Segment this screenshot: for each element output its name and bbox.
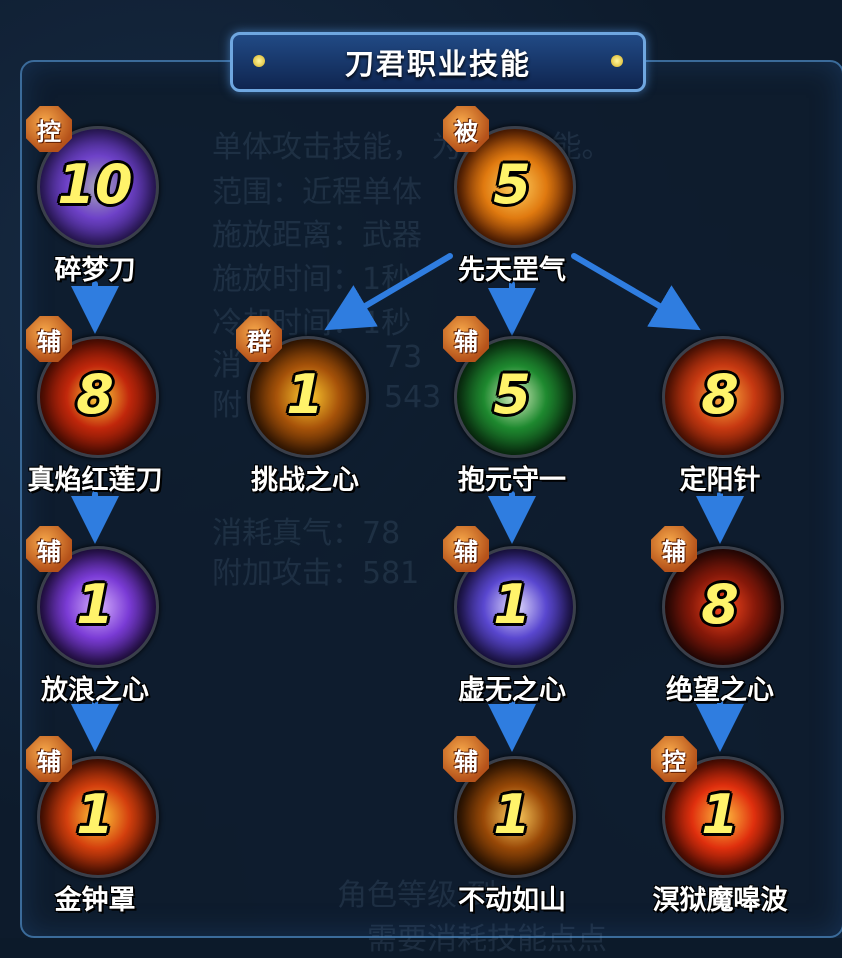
skill-node-mingyu-mohaobo[interactable]: 1 控 溟狱魔嗥波	[635, 726, 805, 926]
skill-name: 碎梦刀	[54, 255, 136, 286]
skill-name: 放浪之心	[41, 675, 149, 706]
skill-type-badge: 控	[651, 736, 697, 782]
skill-node-zhenyan-honglian[interactable]: 8 辅 真焰红莲刀	[10, 306, 180, 506]
skill-name: 真焰红莲刀	[27, 465, 163, 496]
skill-name: 抱元守一	[458, 465, 566, 496]
skill-node-suimengdao[interactable]: 10 控 碎梦刀	[10, 96, 180, 296]
skill-type-badge: 辅	[26, 526, 72, 572]
skill-node-dingyangzhen[interactable]: 8 定阳针	[635, 306, 805, 506]
skill-name: 先天罡气	[458, 255, 566, 286]
skill-node-fanglang[interactable]: 1 辅 放浪之心	[10, 516, 180, 716]
skill-name: 金钟罩	[54, 885, 136, 916]
skill-node-juewang[interactable]: 8 辅 绝望之心	[635, 516, 805, 716]
skill-type-badge: 辅	[26, 736, 72, 782]
skill-name: 绝望之心	[666, 675, 774, 706]
skill-name: 不动如山	[458, 885, 566, 916]
skill-level: 8	[701, 362, 739, 426]
skill-node-jinzhongzhao[interactable]: 1 辅 金钟罩	[10, 726, 180, 926]
skill-name: 挑战之心	[251, 465, 359, 496]
skill-node-xiantian-gangqi[interactable]: 5 被 先天罡气	[427, 96, 597, 296]
skill-node-tiaozhan[interactable]: 1 群 挑战之心	[220, 306, 390, 506]
skill-type-badge: 辅	[443, 736, 489, 782]
skill-name: 溟狱魔嗥波	[652, 885, 788, 916]
skill-node-budong-rushan[interactable]: 1 辅 不动如山	[427, 726, 597, 926]
skill-name: 虚无之心	[458, 675, 566, 706]
skill-name: 定阳针	[679, 465, 761, 496]
skill-node-xuwu[interactable]: 1 辅 虚无之心	[427, 516, 597, 716]
skill-type-badge: 辅	[443, 526, 489, 572]
skill-type-badge: 辅	[651, 526, 697, 572]
skill-node-baoyuan-shouyi[interactable]: 5 辅 抱元守一	[427, 306, 597, 506]
